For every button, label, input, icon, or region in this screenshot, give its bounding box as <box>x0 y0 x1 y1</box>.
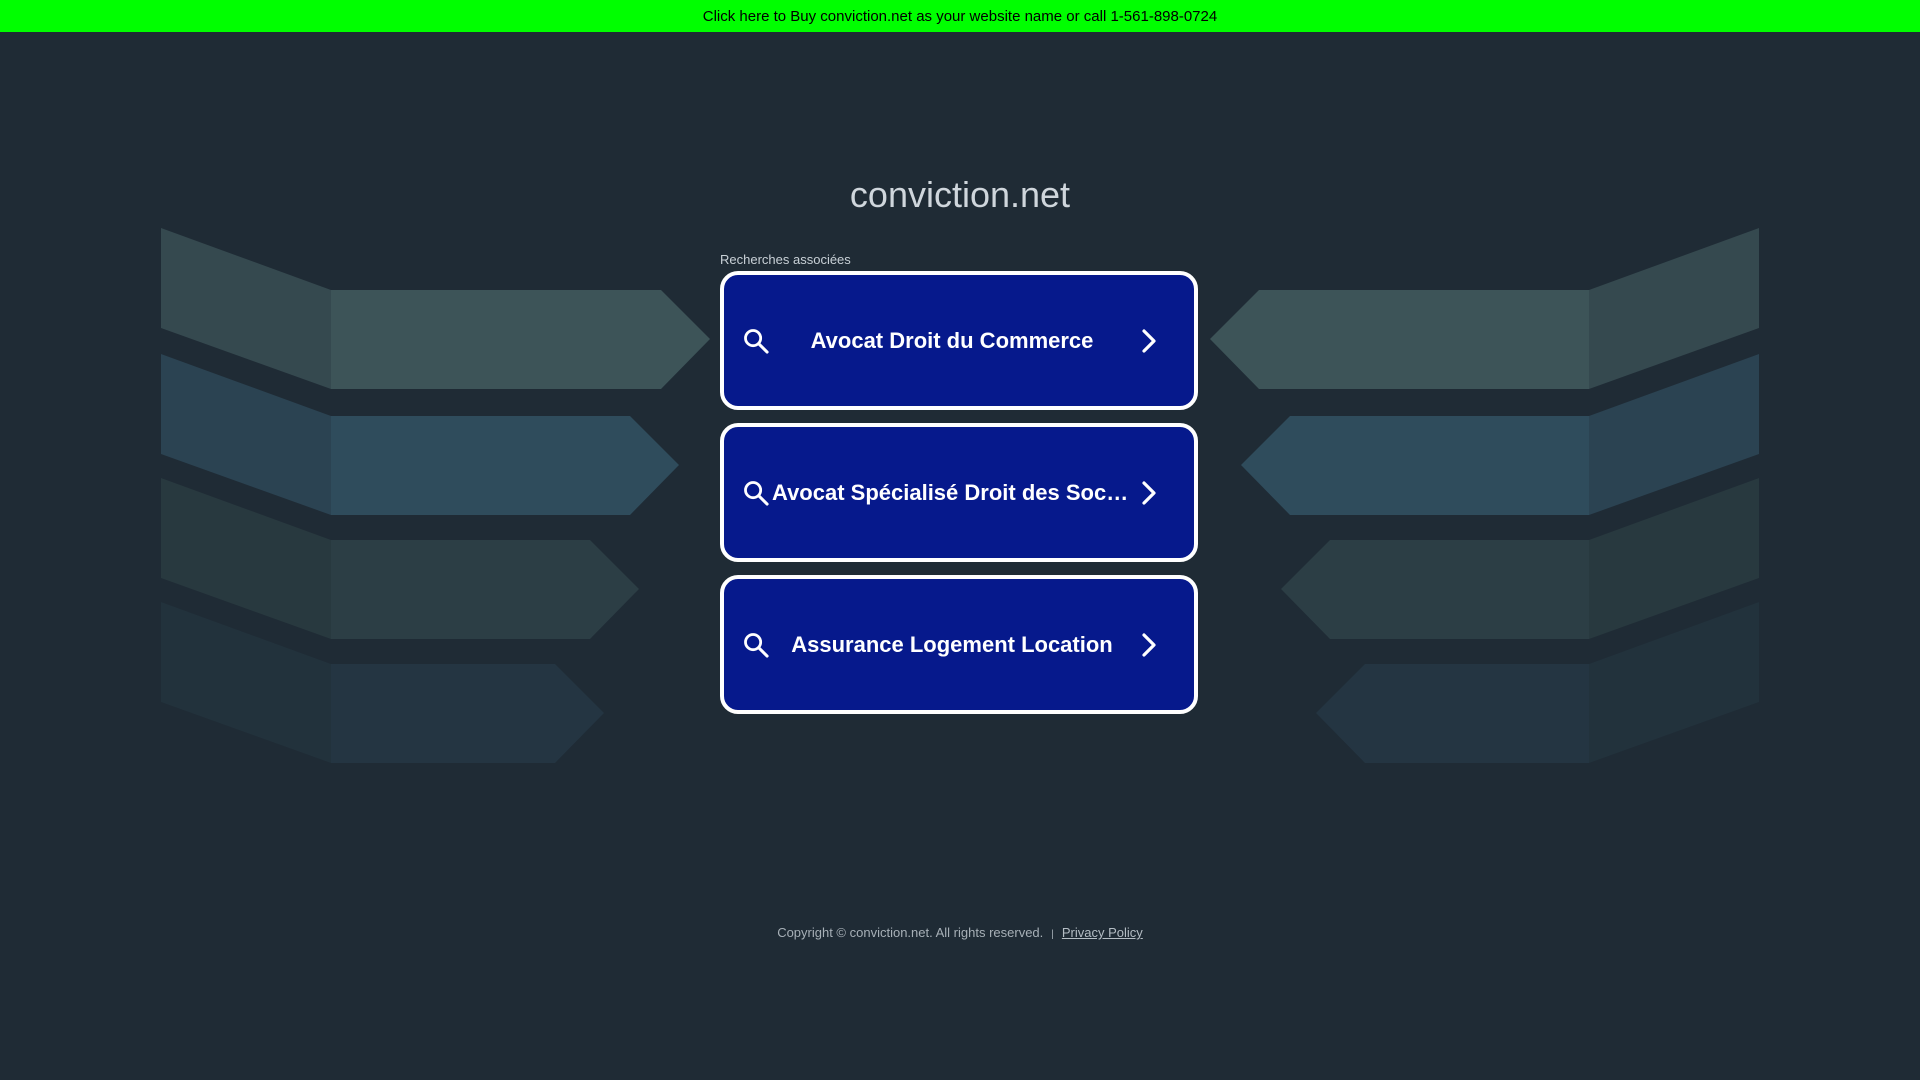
search-icon <box>744 328 769 354</box>
related-search-link-3[interactable]: Assurance Logement Location <box>720 575 1198 714</box>
related-search-link-2[interactable]: Avocat Spécialisé Droit des Sociétés <box>720 423 1198 562</box>
related-search-label: Avocat Droit du Commerce <box>810 327 1094 353</box>
search-icon <box>744 632 769 658</box>
chevron-right-icon <box>1142 480 1156 505</box>
footer: Copyright © conviction.net. All rights r… <box>0 925 1920 940</box>
search-icon <box>744 480 769 506</box>
related-search-link-1[interactable]: Avocat Droit du Commerce <box>720 271 1198 410</box>
related-search-label: Assurance Logement Location <box>791 631 1113 657</box>
related-searches-heading: Recherches associées <box>720 252 851 267</box>
left-arrow-1 <box>161 228 710 389</box>
page-title: conviction.net <box>849 174 1071 215</box>
chevron-right-icon <box>1142 632 1156 657</box>
footer-separator: | <box>1051 929 1054 940</box>
right-arrow-1 <box>1210 228 1759 389</box>
related-search-label: Avocat Spécialisé Droit des Sociétés <box>772 479 1132 505</box>
privacy-policy-link[interactable]: Privacy Policy <box>1062 925 1143 940</box>
chevron-right-icon <box>1142 328 1156 353</box>
copyright-text: Copyright © conviction.net. All rights r… <box>777 925 1044 940</box>
